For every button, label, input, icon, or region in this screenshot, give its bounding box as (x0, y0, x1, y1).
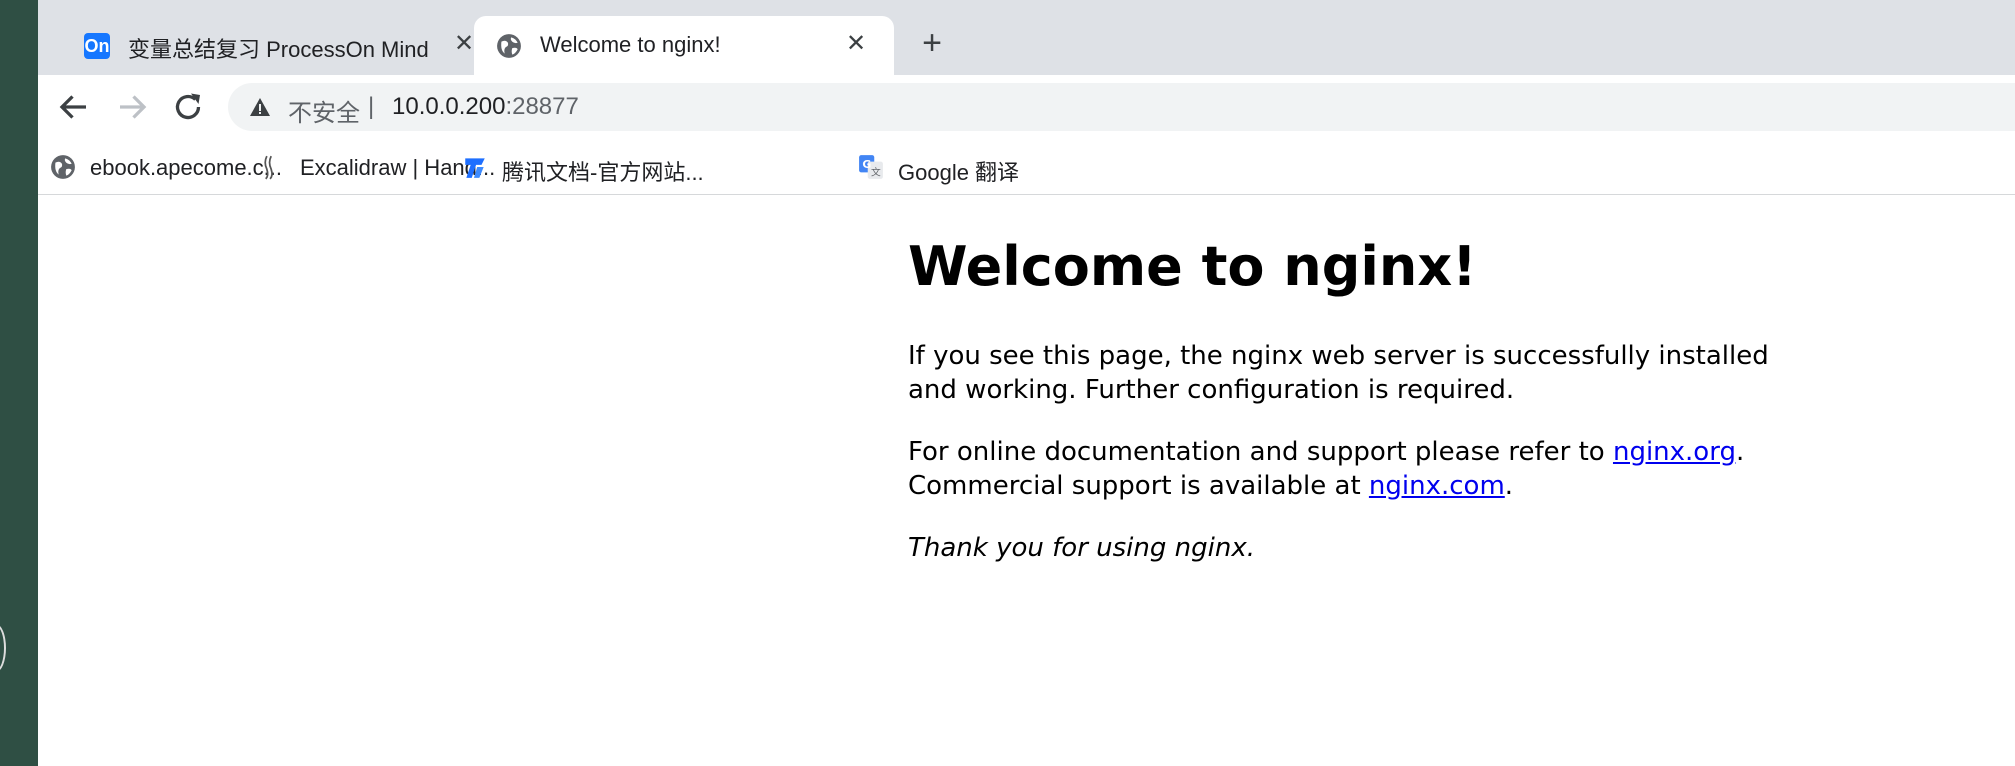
bookmark-label: Google 翻译 (898, 160, 1020, 185)
nginx-com-link[interactable]: nginx.com (1369, 471, 1505, 501)
globe-icon (51, 155, 75, 179)
url-host: 10.0.0.200 (392, 93, 506, 120)
google-translate-icon: G 文 (859, 155, 883, 179)
back-arrow-icon[interactable] (56, 89, 92, 125)
browser-toolbar: 不安全 | 10.0.0.200:28877 (38, 75, 2015, 140)
not-secure-label[interactable]: 不安全 (288, 93, 360, 128)
nginx-welcome-page: Welcome to nginx! If you see this page, … (908, 235, 1808, 593)
bookmark-label: ebook.apecome.c... (90, 155, 283, 180)
thanks-paragraph: Thank you for using nginx. (908, 531, 1808, 565)
support-period: . (1735, 437, 1745, 467)
globe-icon (497, 34, 521, 58)
tencent-docs-icon (465, 158, 485, 178)
commercial-text: Commercial support is available at (908, 471, 1369, 501)
reload-icon[interactable] (170, 89, 206, 125)
bookmarks-bar: ebook.apecome.c... Excalidraw | Hand... … (38, 140, 2015, 195)
page-content: Welcome to nginx! If you see this page, … (38, 195, 2015, 766)
tab-title: 变量总结复习 ProcessOn Mind (128, 37, 429, 62)
support-text: For online documentation and support ple… (908, 437, 1613, 467)
close-icon[interactable]: ✕ (844, 32, 868, 56)
commercial-period: . (1504, 471, 1514, 501)
url-text[interactable]: 10.0.0.200:28877 (392, 93, 579, 121)
desktop-background (0, 0, 38, 766)
close-icon[interactable]: ✕ (452, 32, 476, 56)
processon-logo-icon: On (84, 33, 110, 59)
desktop-edge-handle (0, 624, 6, 672)
svg-text:文: 文 (871, 166, 881, 179)
address-separator: | (368, 93, 375, 120)
tab-nginx[interactable]: Welcome to nginx! ✕ (474, 16, 894, 75)
forward-arrow-icon[interactable] (114, 89, 150, 125)
tab-strip: On 变量总结复习 ProcessOn Mind ✕ Welcome to ng… (38, 0, 2015, 75)
support-paragraph: For online documentation and support ple… (908, 435, 1808, 503)
warning-triangle-icon[interactable] (248, 95, 272, 119)
svg-text:G: G (862, 158, 871, 171)
page-heading: Welcome to nginx! (908, 235, 1477, 298)
nginx-org-link[interactable]: nginx.org (1613, 437, 1736, 467)
intro-paragraph: If you see this page, the nginx web serv… (908, 341, 1769, 405)
url-port: :28877 (505, 93, 579, 120)
tab-processon[interactable]: On 变量总结复习 ProcessOn Mind ✕ (62, 16, 500, 75)
new-tab-plus-icon[interactable]: + (914, 26, 950, 62)
bookmark-label: 腾讯文档-官方网站... (502, 160, 704, 185)
address-bar[interactable]: 不安全 | 10.0.0.200:28877 (228, 83, 2015, 131)
browser-window: On 变量总结复习 ProcessOn Mind ✕ Welcome to ng… (38, 0, 2015, 766)
thanks-text: Thank you for using nginx. (908, 533, 1255, 563)
tab-title: Welcome to nginx! (540, 32, 721, 57)
excalidraw-icon (264, 155, 273, 180)
